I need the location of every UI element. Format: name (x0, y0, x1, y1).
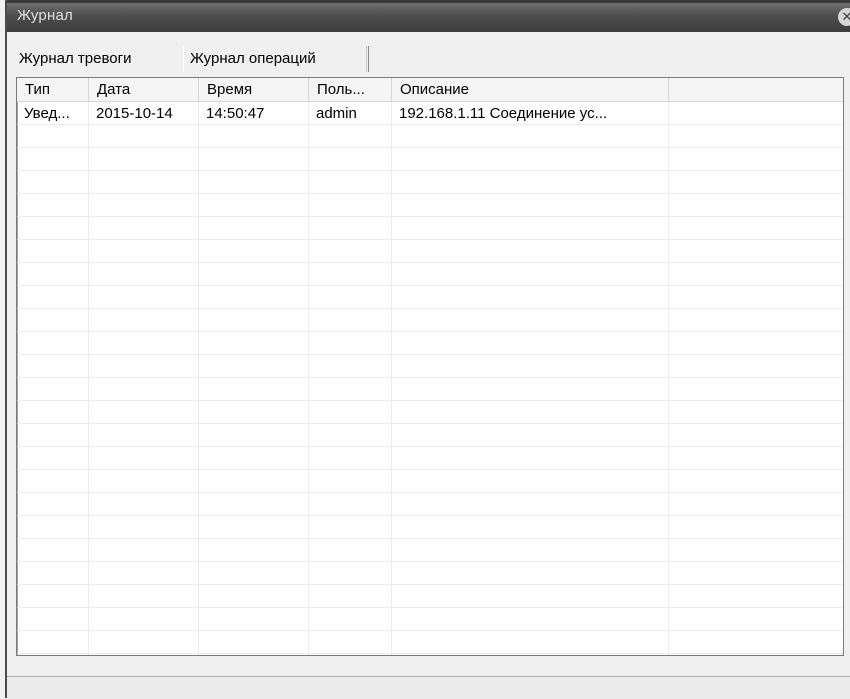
cell-description: 192.168.1.11 Соединение ус... (399, 105, 608, 122)
cell-type: Увед... (24, 105, 70, 122)
tab-operation-log[interactable]: Журнал операций (183, 46, 369, 72)
column-header-date[interactable]: Дата (89, 78, 199, 101)
column-divider (198, 102, 199, 655)
close-icon[interactable]: ✕ (838, 8, 850, 26)
column-divider (391, 102, 392, 655)
table-rows-grid (17, 102, 843, 655)
status-bar (7, 676, 850, 699)
column-header-user[interactable]: Поль... (309, 78, 392, 101)
column-header-time[interactable]: Время (199, 78, 309, 101)
cell-extra (669, 102, 843, 125)
cell-time: 14:50:47 (206, 105, 265, 122)
cell-user: admin (316, 105, 357, 122)
column-header-extra[interactable] (669, 78, 843, 101)
column-divider (308, 102, 309, 655)
column-header-description[interactable]: Описание (392, 78, 669, 101)
title-bar[interactable]: Журнал ✕ (7, 0, 850, 32)
column-header-type[interactable]: Тип (17, 78, 89, 101)
cell-date: 2015-10-14 (96, 105, 173, 122)
window-title: Журнал (17, 7, 73, 24)
table-header: Тип Дата Время Поль... Описание (17, 78, 843, 102)
log-table[interactable]: Тип Дата Время Поль... Описание Увед... … (16, 77, 844, 656)
log-window: Журнал ✕ Журнал тревоги Журнал операций … (5, 0, 850, 699)
column-divider (668, 102, 669, 655)
column-divider (88, 102, 89, 655)
tab-alarm-log[interactable]: Журнал тревоги (13, 46, 177, 72)
tab-bar: Журнал тревоги Журнал операций (13, 46, 850, 72)
